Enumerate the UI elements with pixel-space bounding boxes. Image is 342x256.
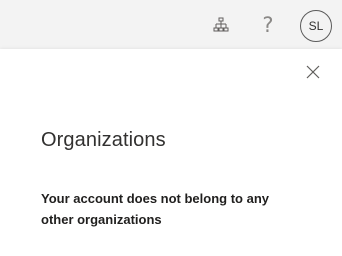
close-icon bbox=[306, 65, 320, 79]
help-button[interactable]: ? bbox=[253, 10, 283, 40]
avatar[interactable]: SL bbox=[300, 10, 332, 42]
close-button[interactable] bbox=[302, 61, 324, 83]
org-chart-glyph bbox=[213, 17, 229, 32]
organizations-panel: Organizations Your account does not belo… bbox=[0, 49, 342, 256]
top-bar: ? SL bbox=[0, 0, 342, 49]
help-icon: ? bbox=[262, 12, 274, 37]
org-chart-icon[interactable] bbox=[206, 10, 236, 40]
avatar-initials: SL bbox=[308, 19, 324, 33]
empty-state-message: Your account does not belong to any othe… bbox=[41, 191, 269, 227]
panel-title: Organizations bbox=[41, 129, 166, 151]
